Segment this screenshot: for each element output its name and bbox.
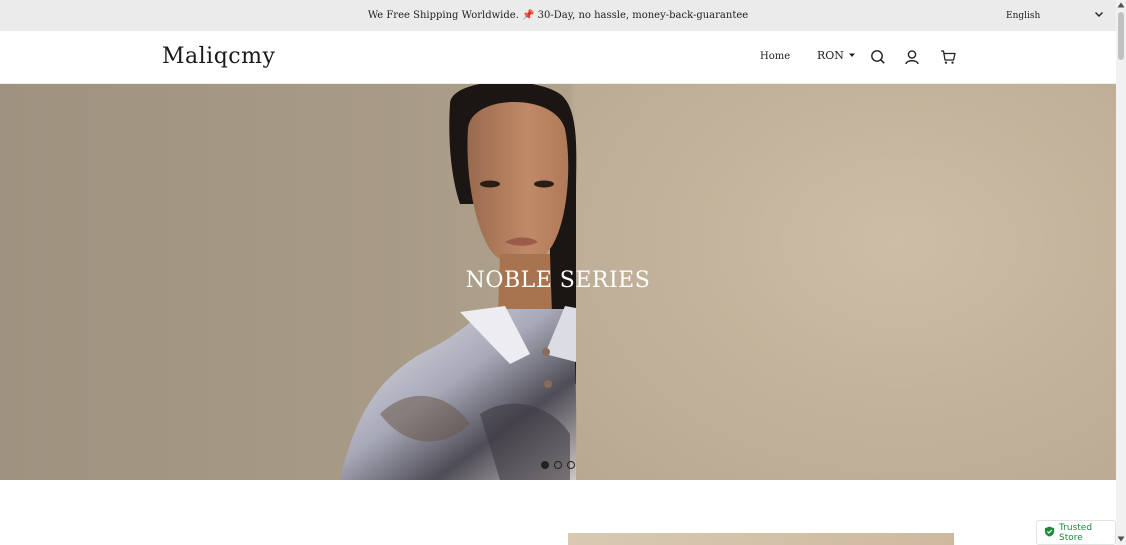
chevron-down-icon: [1094, 9, 1104, 22]
scroll-up-icon[interactable]: [1117, 1, 1125, 9]
slider-dot[interactable]: [541, 461, 549, 469]
currency-label: RON: [817, 49, 844, 62]
slider-dot[interactable]: [567, 461, 575, 469]
scrollbar-thumb[interactable]: [1118, 12, 1124, 60]
cart-icon[interactable]: [940, 49, 956, 65]
scroll-down-icon[interactable]: [1117, 535, 1125, 543]
hero-banner[interactable]: NOBLE SERIES: [0, 84, 1116, 480]
account-icon[interactable]: [904, 49, 920, 65]
currency-selector[interactable]: RON: [817, 49, 856, 62]
language-selector[interactable]: English: [1006, 0, 1104, 31]
trusted-store-badge[interactable]: Trusted Store: [1036, 520, 1116, 545]
shield-check-icon: [1044, 526, 1055, 540]
slider-dots: [541, 461, 575, 469]
site-header: Maliqcmy Home RON: [0, 31, 1116, 84]
featured-image[interactable]: [568, 533, 954, 545]
announcement-bar: We Free Shipping Worldwide. 📌 30-Day, no…: [0, 0, 1116, 31]
slider-dot[interactable]: [554, 461, 562, 469]
nav-home-link[interactable]: Home: [760, 51, 790, 62]
announcement-text: We Free Shipping Worldwide. 📌 30-Day, no…: [367, 10, 749, 21]
hero-title: NOBLE SERIES: [465, 268, 651, 293]
site-logo[interactable]: Maliqcmy: [162, 44, 275, 69]
trusted-store-label: Trusted Store: [1059, 522, 1093, 543]
page-scrollbar[interactable]: [1116, 0, 1126, 545]
caret-down-icon: [848, 49, 856, 62]
language-label: English: [1006, 10, 1041, 21]
search-icon[interactable]: [870, 49, 886, 65]
